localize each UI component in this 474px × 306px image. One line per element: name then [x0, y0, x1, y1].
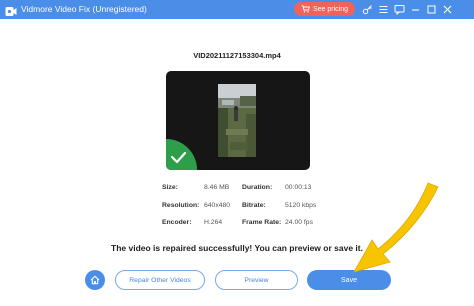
maximize-icon[interactable] [425, 3, 438, 16]
home-button[interactable] [85, 270, 105, 290]
duration-label: Duration: [242, 184, 273, 191]
encoder-value: H.264 [204, 219, 223, 226]
resolution-value: 640x480 [204, 202, 231, 209]
bitrate-value: 5120 kbps [285, 202, 317, 209]
resolution-value-cell: 640x480 [204, 202, 230, 209]
size-value: 8.46 MB [204, 184, 230, 191]
framerate-row: Frame Rate: [242, 219, 281, 226]
video-thumbnail [218, 84, 256, 157]
bitrate-label: Bitrate: [242, 202, 266, 209]
resolution-label: Resolution: [162, 202, 200, 209]
duration-row: Duration: [242, 184, 272, 191]
duration-value-cell: 00:00:13 [285, 184, 311, 191]
repair-success-message: The video is repaired successfully! You … [111, 243, 363, 253]
title-bar: Vidmore Video Fix (Unregistered) See pri… [0, 0, 474, 19]
repair-other-videos-button[interactable]: Repair Other Videos [115, 270, 205, 290]
resolution-row: Resolution: [162, 202, 199, 209]
framerate-value: 24.00 fps [285, 219, 313, 226]
video-preview[interactable] [166, 71, 310, 170]
see-pricing-label: See pricing [312, 5, 349, 13]
framerate-label: Frame Rate: [242, 219, 282, 226]
close-icon[interactable] [441, 3, 454, 16]
duration-value: 00:00:13 [285, 184, 312, 191]
minimize-icon[interactable] [409, 3, 422, 16]
size-label: Size: [162, 184, 178, 191]
encoder-row: Encoder: [162, 219, 191, 226]
save-button[interactable]: Save [307, 270, 391, 290]
preview-button[interactable]: Preview [215, 270, 298, 290]
home-icon [90, 275, 100, 285]
app-logo-icon [5, 4, 17, 16]
window-title: Vidmore Video Fix (Unregistered) [21, 4, 147, 14]
bitrate-row: Bitrate: [242, 202, 266, 209]
video-file-name: VID20211127153304.mp4 [193, 51, 281, 60]
framerate-value-cell: 24.00 fps [285, 219, 313, 226]
menu-icon[interactable] [377, 3, 390, 16]
size-value-cell: 8.46 MB [204, 184, 229, 191]
see-pricing-button[interactable]: See pricing [294, 2, 355, 16]
size-row: Size: [162, 184, 178, 191]
cart-icon [301, 5, 310, 13]
encoder-value-cell: H.264 [204, 219, 222, 226]
encoder-label: Encoder: [162, 219, 192, 226]
bitrate-value-cell: 5120 kbps [285, 202, 316, 209]
feedback-icon[interactable] [393, 3, 406, 16]
app-window: Vidmore Video Fix (Unregistered) See pri… [0, 0, 474, 306]
key-icon[interactable] [361, 3, 374, 16]
